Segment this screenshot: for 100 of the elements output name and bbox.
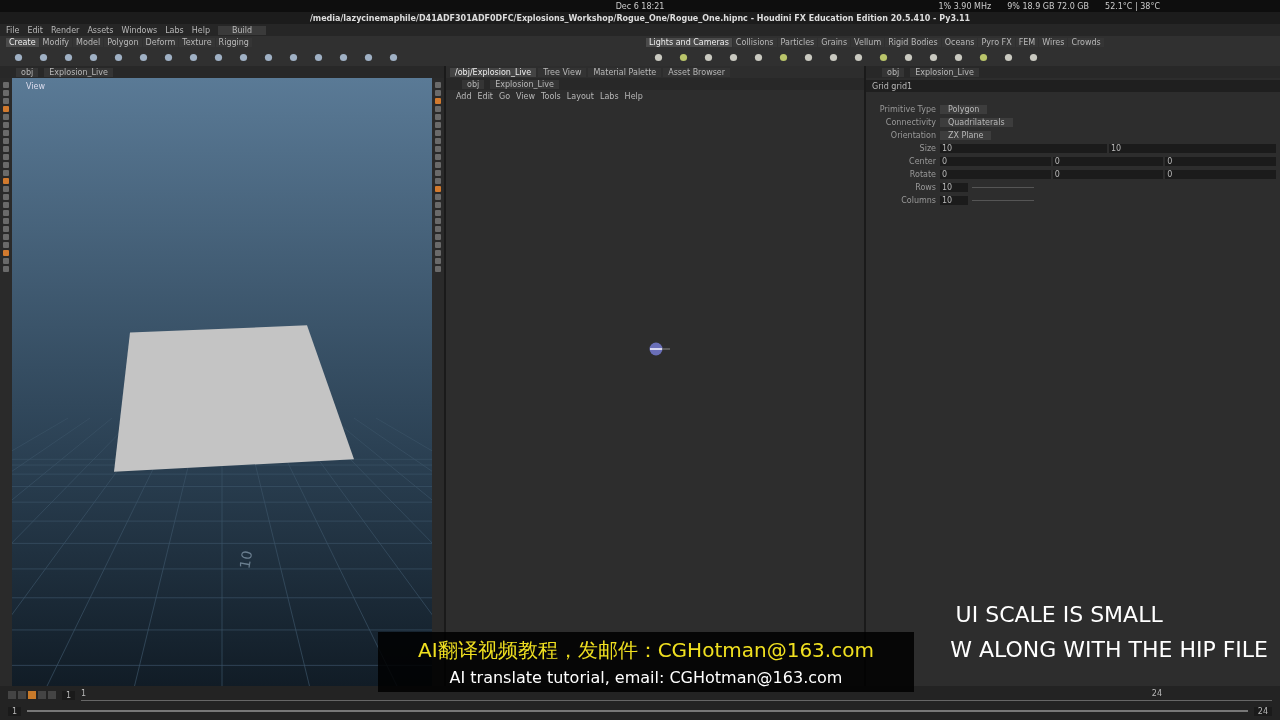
- parameter-field[interactable]: 10: [1109, 144, 1276, 153]
- menu-item[interactable]: File: [6, 25, 20, 35]
- end-frame-field[interactable]: 24: [1253, 706, 1272, 716]
- pane-tab[interactable]: Tree View: [538, 67, 587, 77]
- shelf-tab[interactable]: FEM: [1015, 37, 1039, 47]
- menu-item[interactable]: Help: [191, 25, 210, 35]
- shelf-tool-icon[interactable]: [214, 52, 223, 62]
- shelf-tool-icon[interactable]: [14, 52, 23, 62]
- parameter-field[interactable]: 0: [940, 170, 1051, 179]
- shelf-tab[interactable]: Polygon: [104, 37, 142, 47]
- parameter-field[interactable]: 0: [940, 157, 1051, 166]
- menu-item[interactable]: Help: [624, 91, 643, 101]
- shelf-tab[interactable]: Collisions: [732, 37, 777, 47]
- window-title: /media/lazycinemaphile/D41ADF301ADF0DFC/Explosions_Workshop/Rogue_One/Rogue_One.hipnc - Houdini FX Education Edition 20.5.410 - Py3.11: [309, 13, 971, 23]
- shelf-tool-icon[interactable]: [854, 52, 863, 62]
- shelf-tool-icon[interactable]: [704, 52, 713, 62]
- grid-plane-shape[interactable]: [114, 325, 354, 472]
- parameter-field[interactable]: 0: [1052, 170, 1164, 179]
- shelf-tab[interactable]: Model: [73, 37, 104, 47]
- frame-field[interactable]: 1: [62, 690, 76, 700]
- parameter-field[interactable]: 0: [1165, 170, 1276, 179]
- pane-tab[interactable]: Asset Browser: [663, 67, 731, 77]
- menu-item[interactable]: Add: [456, 91, 472, 101]
- shelf-tab[interactable]: Wires: [1039, 37, 1068, 47]
- node-icon[interactable]: [648, 342, 672, 356]
- shelf-tool-icon[interactable]: [1029, 52, 1038, 62]
- menu-item[interactable]: Labs: [600, 91, 619, 101]
- shelf-tab[interactable]: Pyro FX: [978, 37, 1015, 47]
- menu-item[interactable]: Edit: [27, 25, 43, 35]
- shelf-tool-icon[interactable]: [314, 52, 323, 62]
- shelf-tool-icon[interactable]: [114, 52, 123, 62]
- shelf-tool-icon[interactable]: [829, 52, 838, 62]
- menu-item[interactable]: Tools: [541, 91, 561, 101]
- menu-item[interactable]: Render: [50, 25, 80, 35]
- shelf-tab[interactable]: Create: [6, 37, 39, 47]
- shelf-tool-icon[interactable]: [339, 52, 348, 62]
- shelf-tool-icon[interactable]: [654, 52, 663, 62]
- shelf-tool-icon[interactable]: [39, 52, 48, 62]
- shelf-tool-icon[interactable]: [139, 52, 148, 62]
- shelf-tab[interactable]: Modify: [39, 37, 73, 47]
- parameter-label: Center: [908, 157, 936, 166]
- parameter-dropdown[interactable]: Quadrilaterals: [940, 118, 1013, 127]
- shelf-tab[interactable]: Lights and Cameras: [646, 37, 732, 47]
- menu-item[interactable]: Go: [499, 91, 511, 101]
- path-crumb[interactable]: Explosion_Live: [490, 79, 559, 89]
- shelf-tab[interactable]: Crowds: [1068, 37, 1104, 47]
- shelf-tab[interactable]: Vellum: [851, 37, 885, 47]
- menu-item[interactable]: View: [516, 91, 536, 101]
- start-frame-field[interactable]: 1: [8, 706, 22, 716]
- pane-tab[interactable]: Material Palette: [588, 67, 662, 77]
- timeline-ruler[interactable]: 1 24: [81, 689, 1272, 701]
- shelf-tab[interactable]: Texture: [179, 37, 215, 47]
- shelf-tab[interactable]: Deform: [142, 37, 179, 47]
- shelf-tool-icon[interactable]: [264, 52, 273, 62]
- shelf-tab[interactable]: Grains: [818, 37, 851, 47]
- shelf-tool-icon[interactable]: [1004, 52, 1013, 62]
- path-crumb[interactable]: Explosion_Live: [44, 67, 113, 77]
- shelf-tool-icon[interactable]: [804, 52, 813, 62]
- menu-item[interactable]: Layout: [566, 91, 594, 101]
- shelf-tool-icon[interactable]: [389, 52, 398, 62]
- pane-tab[interactable]: /obj/Explosion_Live: [450, 67, 537, 77]
- parameter-dropdown[interactable]: Polygon: [940, 105, 988, 114]
- menu-item[interactable]: Windows: [121, 25, 158, 35]
- shelf-tool-icon[interactable]: [779, 52, 788, 62]
- shelf-tab[interactable]: Oceans: [941, 37, 978, 47]
- shelf-tool-icon[interactable]: [979, 52, 988, 62]
- shelf-tab[interactable]: Rigid Bodies: [885, 37, 941, 47]
- clock: Dec 6 18:21: [615, 1, 665, 11]
- menu-item[interactable]: Edit: [477, 91, 493, 101]
- shelf-tool-icon[interactable]: [729, 52, 738, 62]
- shelf-tool-icon[interactable]: [679, 52, 688, 62]
- parameter-field[interactable]: 10: [940, 144, 1107, 153]
- shelf-tool-icon[interactable]: [189, 52, 198, 62]
- shelf-tool-icon[interactable]: [754, 52, 763, 62]
- shelf-tool-icon[interactable]: [904, 52, 913, 62]
- shelf-tool-icon[interactable]: [64, 52, 73, 62]
- view-label: View: [26, 82, 45, 91]
- shelf-tab[interactable]: Particles: [777, 37, 818, 47]
- shelf-tool-icon[interactable]: [364, 52, 373, 62]
- shelf-tool-icon[interactable]: [239, 52, 248, 62]
- desk-dropdown[interactable]: Build: [218, 25, 267, 35]
- parameter-field[interactable]: 10: [940, 183, 968, 192]
- menu-item[interactable]: Labs: [165, 25, 184, 35]
- shelf-tool-icon[interactable]: [164, 52, 173, 62]
- parameter-dropdown[interactable]: ZX Plane: [940, 131, 992, 140]
- menu-item[interactable]: Assets: [87, 25, 114, 35]
- tick-label: 24: [1151, 689, 1162, 700]
- shelf-tool-icon[interactable]: [879, 52, 888, 62]
- path-crumb[interactable]: obj: [882, 67, 905, 77]
- shelf-tool-icon[interactable]: [954, 52, 963, 62]
- path-crumb[interactable]: obj: [16, 67, 39, 77]
- shelf-tab[interactable]: Rigging: [215, 37, 252, 47]
- shelf-tool-icon[interactable]: [929, 52, 938, 62]
- parameter-field[interactable]: 0: [1052, 157, 1164, 166]
- path-crumb[interactable]: obj: [462, 79, 485, 89]
- path-crumb[interactable]: Explosion_Live: [910, 67, 979, 77]
- parameter-field[interactable]: 10: [940, 196, 968, 205]
- shelf-tool-icon[interactable]: [89, 52, 98, 62]
- parameter-field[interactable]: 0: [1165, 157, 1276, 166]
- shelf-tool-icon[interactable]: [289, 52, 298, 62]
